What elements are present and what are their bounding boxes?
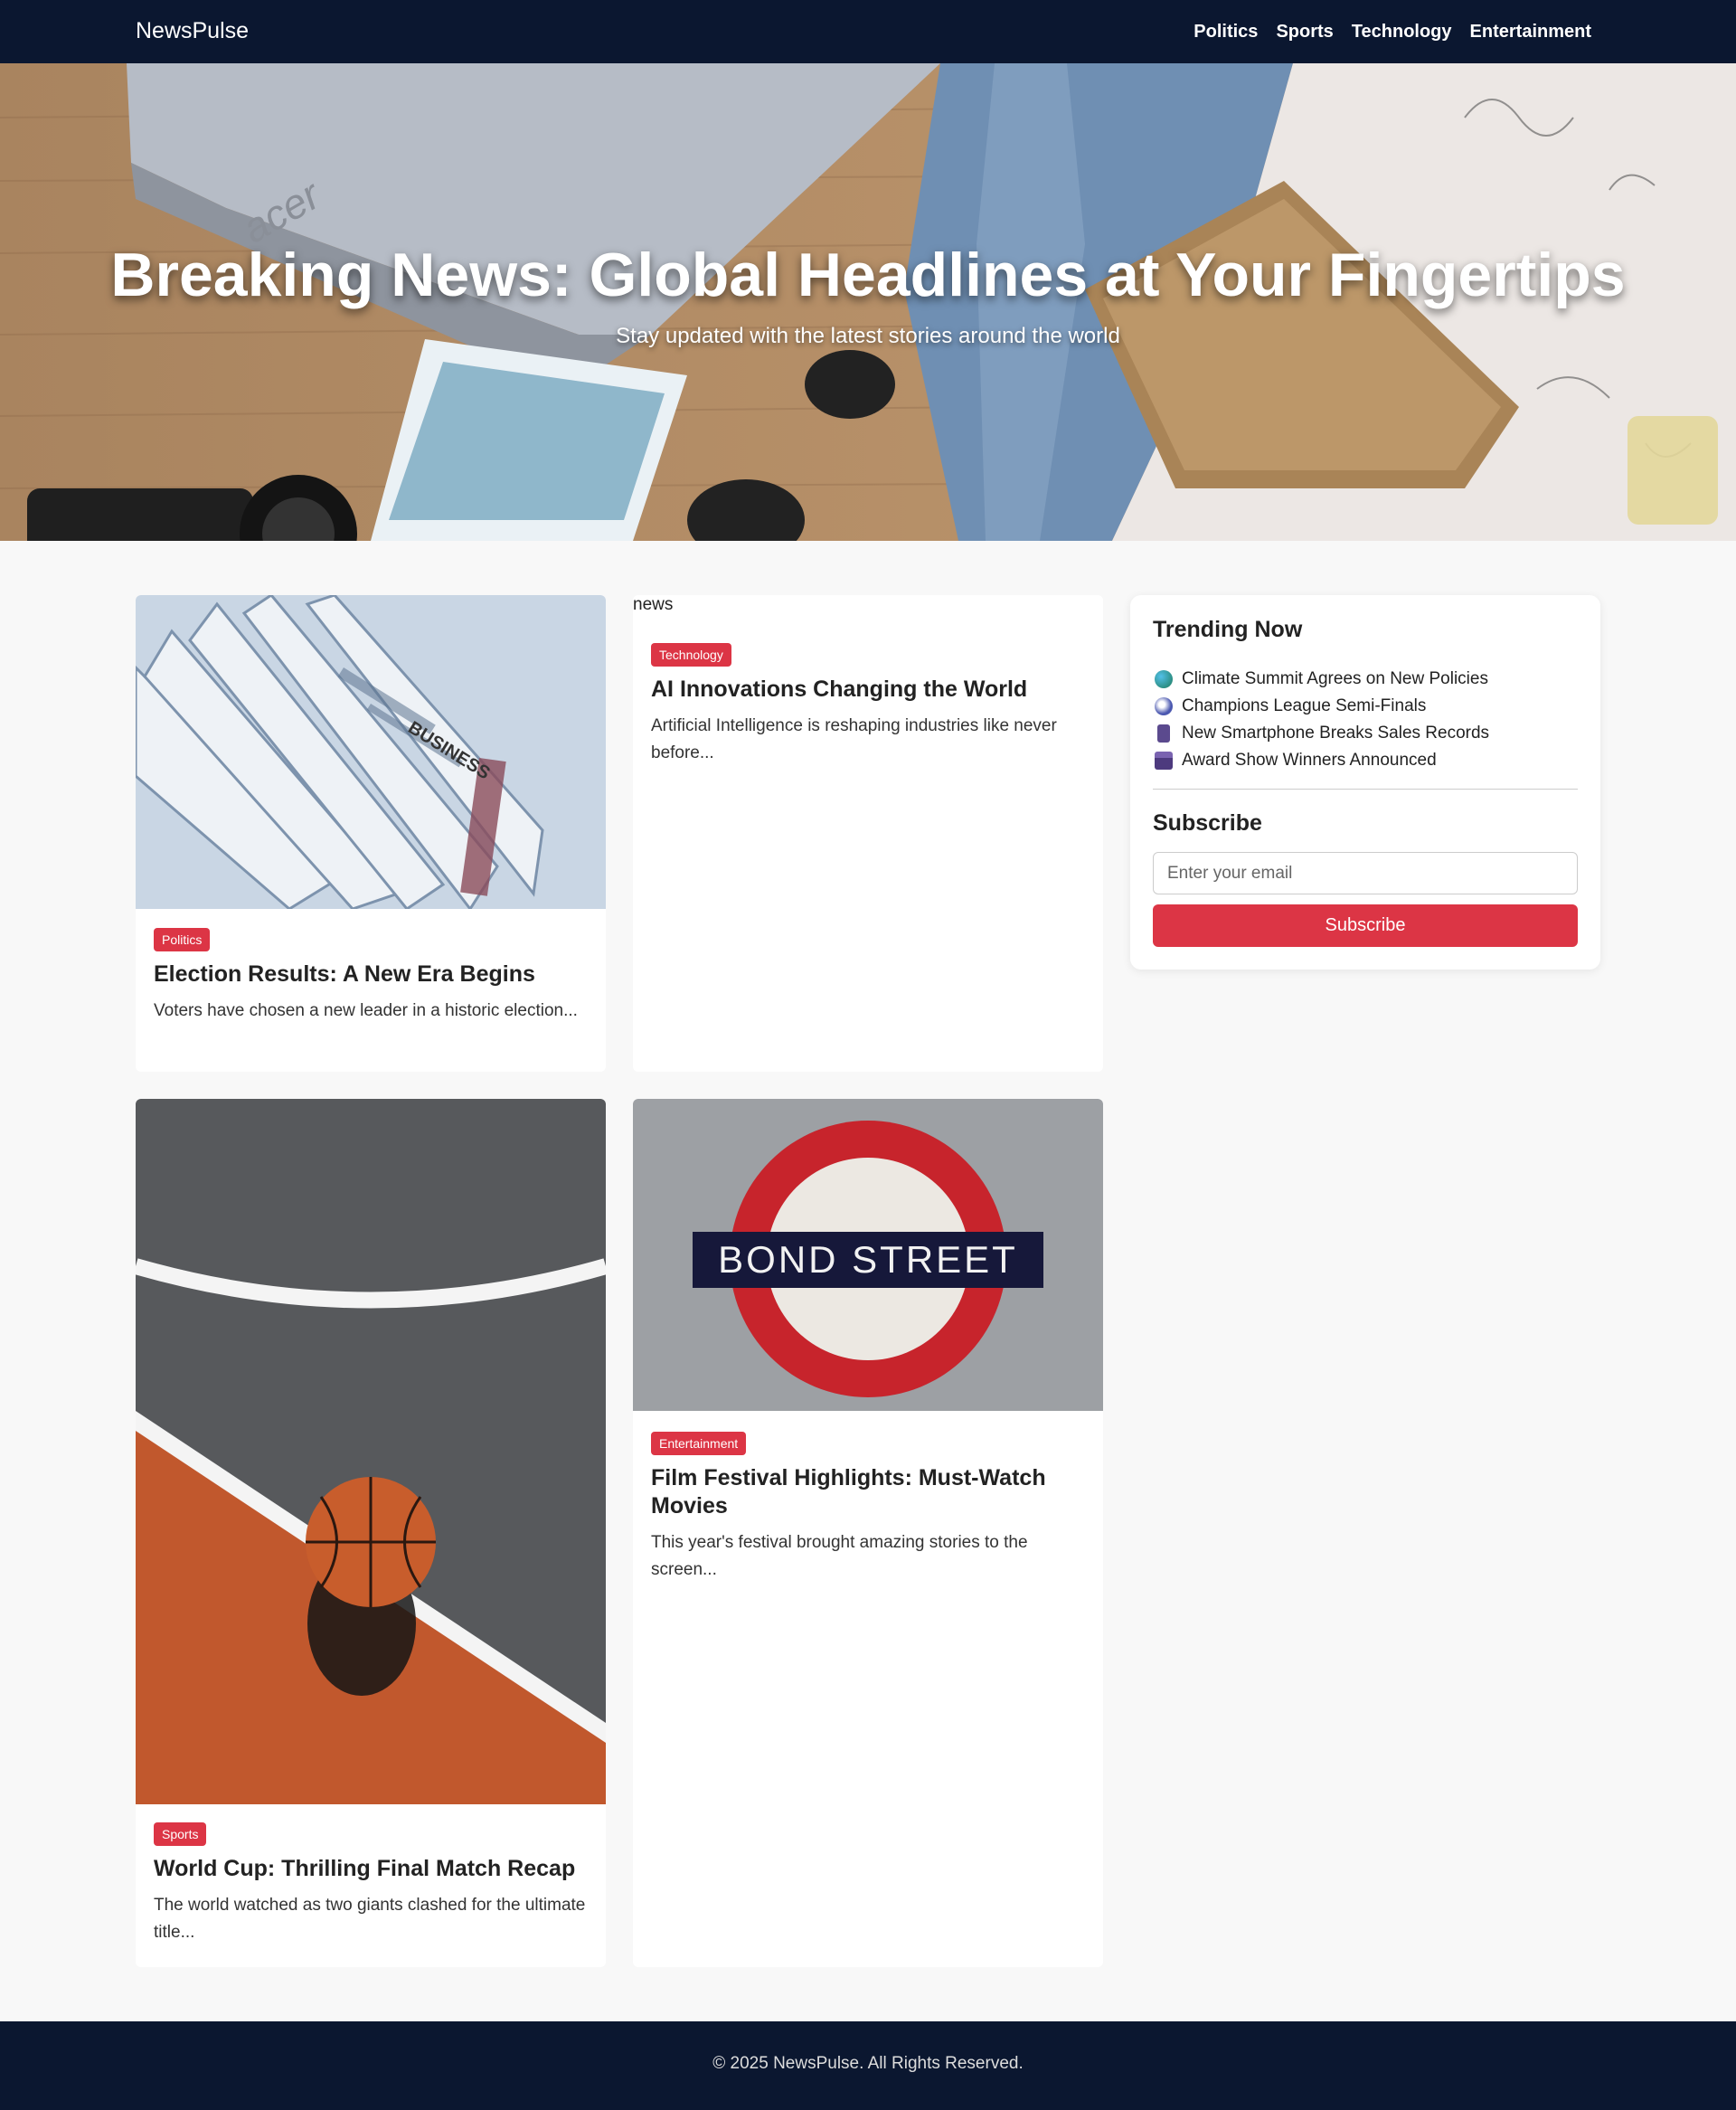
article-card-entertainment[interactable]: BOND STREET Entertainment Film Festival … <box>633 1099 1103 1967</box>
trending-item-label: New Smartphone Breaks Sales Records <box>1182 724 1490 743</box>
article-card-politics[interactable]: BUSINESS Politics Election Results: A Ne… <box>136 595 606 1072</box>
article-card-technology[interactable]: news Technology AI Innovations Changing … <box>633 595 1103 1072</box>
article-excerpt: The world watched as two giants clashed … <box>154 1896 586 1942</box>
broken-image-alt-text: news <box>633 595 674 614</box>
category-badge[interactable]: Entertainment <box>651 1432 747 1455</box>
copyright-text: © 2025 NewsPulse. All Rights Reserved. <box>712 2054 1024 2073</box>
sign-text: BOND STREET <box>718 1238 1018 1281</box>
trending-item[interactable]: New Smartphone Breaks Sales Records <box>1155 720 1489 747</box>
subscribe-title: Subscribe <box>1153 810 1262 836</box>
trending-list: Climate Summit Agrees on New Policies Ch… <box>1155 666 1489 774</box>
sidebar-divider <box>1153 789 1578 790</box>
nav-link-sports[interactable]: Sports <box>1276 22 1333 43</box>
article-body: Politics Election Results: A New Era Beg… <box>154 928 588 1025</box>
nav-link-entertainment[interactable]: Entertainment <box>1470 22 1591 43</box>
hero-subtitle: Stay updated with the latest stories aro… <box>616 324 1120 348</box>
article-title[interactable]: Film Festival Highlights: Must-Watch Mov… <box>651 1464 1085 1520</box>
trending-item-label: Award Show Winners Announced <box>1182 751 1437 770</box>
article-body: Technology AI Innovations Changing the W… <box>651 643 1085 767</box>
globe-icon <box>1155 670 1173 688</box>
sidebar: Trending Now Climate Summit Agrees on Ne… <box>1130 595 1600 970</box>
trending-title: Trending Now <box>1153 617 1303 642</box>
trending-item[interactable]: Champions League Semi-Finals <box>1155 693 1489 720</box>
email-input[interactable] <box>1153 852 1578 894</box>
soccer-ball-icon <box>1155 697 1173 715</box>
nav-link-technology[interactable]: Technology <box>1352 22 1452 43</box>
category-badge[interactable]: Politics <box>154 928 211 951</box>
brand-logo[interactable]: NewsPulse <box>136 18 249 44</box>
article-image-bond-street-sign: BOND STREET <box>633 1099 1103 1411</box>
article-title[interactable]: World Cup: Thrilling Final Match Recap <box>154 1855 588 1883</box>
trending-item-label: Climate Summit Agrees on New Policies <box>1182 669 1488 688</box>
clapperboard-icon <box>1155 752 1173 770</box>
nav-menu: Politics Sports Technology Entertainment <box>1194 22 1591 43</box>
trending-item[interactable]: Award Show Winners Announced <box>1155 747 1489 774</box>
footer: © 2025 NewsPulse. All Rights Reserved. <box>0 2021 1736 2110</box>
category-badge[interactable]: Technology <box>651 643 731 667</box>
article-title[interactable]: Election Results: A New Era Begins <box>154 960 588 989</box>
hero-banner: acer Breaking News: Global Headlines at … <box>0 63 1736 541</box>
top-navbar: NewsPulse Politics Sports Technology Ent… <box>0 0 1736 63</box>
subscribe-button[interactable]: Subscribe <box>1153 904 1578 947</box>
article-excerpt: Voters have chosen a new leader in a his… <box>154 1001 578 1020</box>
article-image-newspapers: BUSINESS <box>136 595 606 909</box>
trending-item-label: Champions League Semi-Finals <box>1182 696 1427 715</box>
article-excerpt: Artificial Intelligence is reshaping ind… <box>651 716 1057 762</box>
article-image-basketball <box>136 1099 606 1804</box>
smartphone-icon <box>1157 724 1170 743</box>
trending-item[interactable]: Climate Summit Agrees on New Policies <box>1155 666 1489 693</box>
nav-link-politics[interactable]: Politics <box>1194 22 1258 43</box>
article-body: Entertainment Film Festival Highlights: … <box>651 1432 1085 1584</box>
article-title[interactable]: AI Innovations Changing the World <box>651 676 1085 704</box>
article-excerpt: This year's festival brought amazing sto… <box>651 1533 1028 1579</box>
article-body: Sports World Cup: Thrilling Final Match … <box>154 1822 588 1946</box>
category-badge[interactable]: Sports <box>154 1822 207 1846</box>
article-card-sports[interactable]: Sports World Cup: Thrilling Final Match … <box>136 1099 606 1967</box>
hero-title: Breaking News: Global Headlines at Your … <box>110 241 1626 309</box>
